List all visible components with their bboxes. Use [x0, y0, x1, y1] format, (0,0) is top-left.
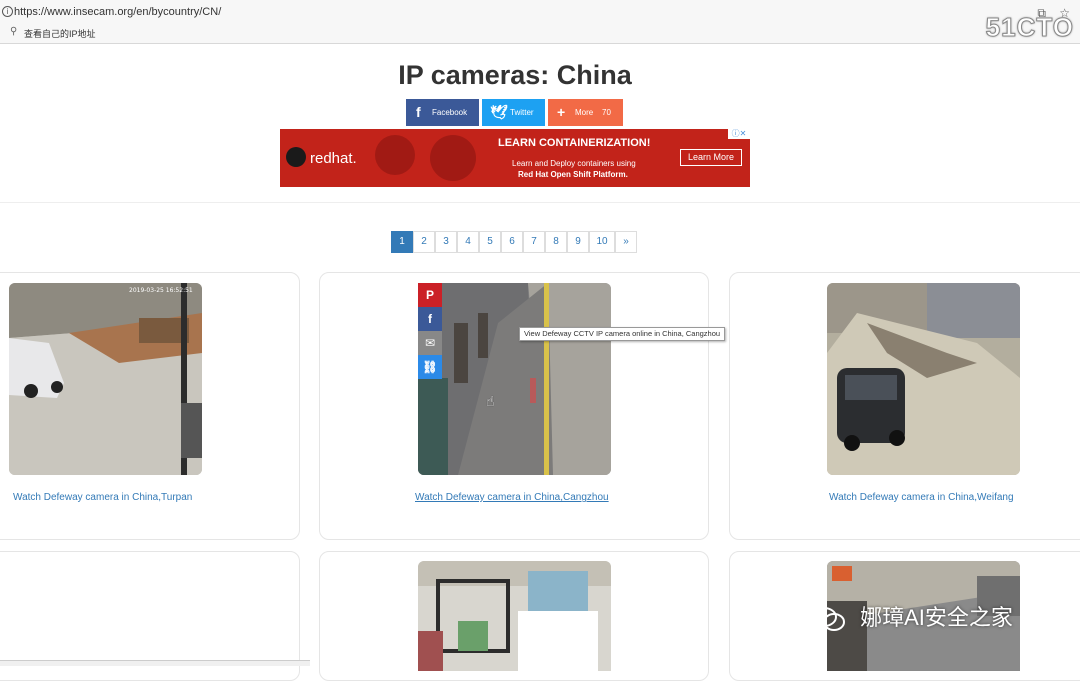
- camera-timestamp: 2019-03-25 16:52:51: [129, 287, 193, 294]
- page-link[interactable]: 5: [479, 231, 501, 253]
- advertisement-banner[interactable]: redhat. LEARN CONTAINERIZATION! Learn an…: [280, 129, 750, 187]
- copy-link-icon[interactable]: ⛓: [418, 355, 442, 379]
- page-link[interactable]: 4: [457, 231, 479, 253]
- more-share-button[interactable]: + More 70: [548, 99, 623, 126]
- camera-thumbnail[interactable]: [418, 561, 611, 671]
- camera-link[interactable]: Watch Defeway camera in China,Weifang: [829, 492, 1014, 503]
- wechat-icon: [811, 607, 845, 632]
- plus-icon: +: [557, 104, 566, 120]
- page-link[interactable]: 8: [545, 231, 567, 253]
- ad-headline: LEARN CONTAINERIZATION!: [498, 137, 651, 149]
- url-text[interactable]: https://www.insecam.org/en/bycountry/CN/: [14, 6, 221, 18]
- facebook-share-button[interactable]: f Facebook: [406, 99, 479, 126]
- page-link[interactable]: 3: [435, 231, 457, 253]
- twitter-label: Twitter: [510, 108, 534, 117]
- share-count: 70: [602, 108, 611, 117]
- tooltip: View Defeway CCTV IP camera online in Ch…: [519, 327, 726, 341]
- page-link[interactable]: 6: [501, 231, 523, 253]
- email-icon[interactable]: ✉: [418, 331, 442, 355]
- twitter-icon: 🕊: [490, 104, 508, 120]
- pinterest-icon[interactable]: P: [418, 283, 442, 307]
- page-link[interactable]: 2: [413, 231, 435, 253]
- watermark-text: 娜璋AI安全之家: [860, 605, 1013, 630]
- browser-toolbar: i https://www.insecam.org/en/bycountry/C…: [0, 0, 1080, 44]
- status-bar: [0, 660, 310, 666]
- facebook-icon: f: [416, 104, 421, 120]
- bookmarks-bar: ⚲ 查看自己的IP地址: [0, 24, 1080, 42]
- image-share-bar: P f ✉ ⛓: [418, 283, 442, 379]
- page-link[interactable]: 10: [589, 231, 615, 253]
- site-info-icon[interactable]: i: [2, 6, 13, 17]
- page-link[interactable]: 7: [523, 231, 545, 253]
- address-bar[interactable]: i https://www.insecam.org/en/bycountry/C…: [0, 2, 1080, 22]
- container-icon: [375, 135, 415, 175]
- twitter-share-button[interactable]: 🕊 Twitter: [482, 99, 545, 126]
- next-page-link[interactable]: »: [615, 231, 637, 253]
- ad-brand: redhat.: [310, 150, 357, 167]
- facebook-label: Facebook: [432, 108, 468, 117]
- brand-watermark-logo: 51CTO: [985, 12, 1074, 43]
- divider: [0, 202, 1080, 203]
- page-link[interactable]: 1: [391, 231, 413, 253]
- page-title: IP cameras: China: [398, 60, 632, 90]
- adchoices-icon[interactable]: ⓘ✕: [728, 129, 750, 139]
- camera-thumbnail[interactable]: 2019-03-25 16:52:51: [9, 283, 202, 475]
- search-icon: ⚲: [10, 26, 18, 37]
- more-label: More: [575, 108, 594, 117]
- bookmark-item[interactable]: 查看自己的IP地址: [24, 27, 96, 40]
- gear-icon: [430, 135, 476, 181]
- camera-thumbnail[interactable]: [418, 283, 611, 475]
- camera-link[interactable]: Watch Defeway camera in China,Turpan: [13, 492, 192, 503]
- redhat-logo-icon: [286, 147, 306, 167]
- camera-thumbnail[interactable]: [827, 283, 1020, 475]
- page-link[interactable]: 9: [567, 231, 589, 253]
- ad-text: Learn and Deploy containers using: [512, 159, 636, 168]
- facebook-icon[interactable]: f: [418, 307, 442, 331]
- wechat-watermark: 娜璋AI安全之家: [810, 600, 1013, 634]
- camera-link[interactable]: Watch Defeway camera in China,Cangzhou: [415, 492, 609, 503]
- ad-text: Red Hat Open Shift Platform.: [518, 170, 628, 179]
- learn-more-button[interactable]: Learn More: [680, 149, 742, 166]
- mouse-pointer-icon: ☝: [486, 393, 495, 409]
